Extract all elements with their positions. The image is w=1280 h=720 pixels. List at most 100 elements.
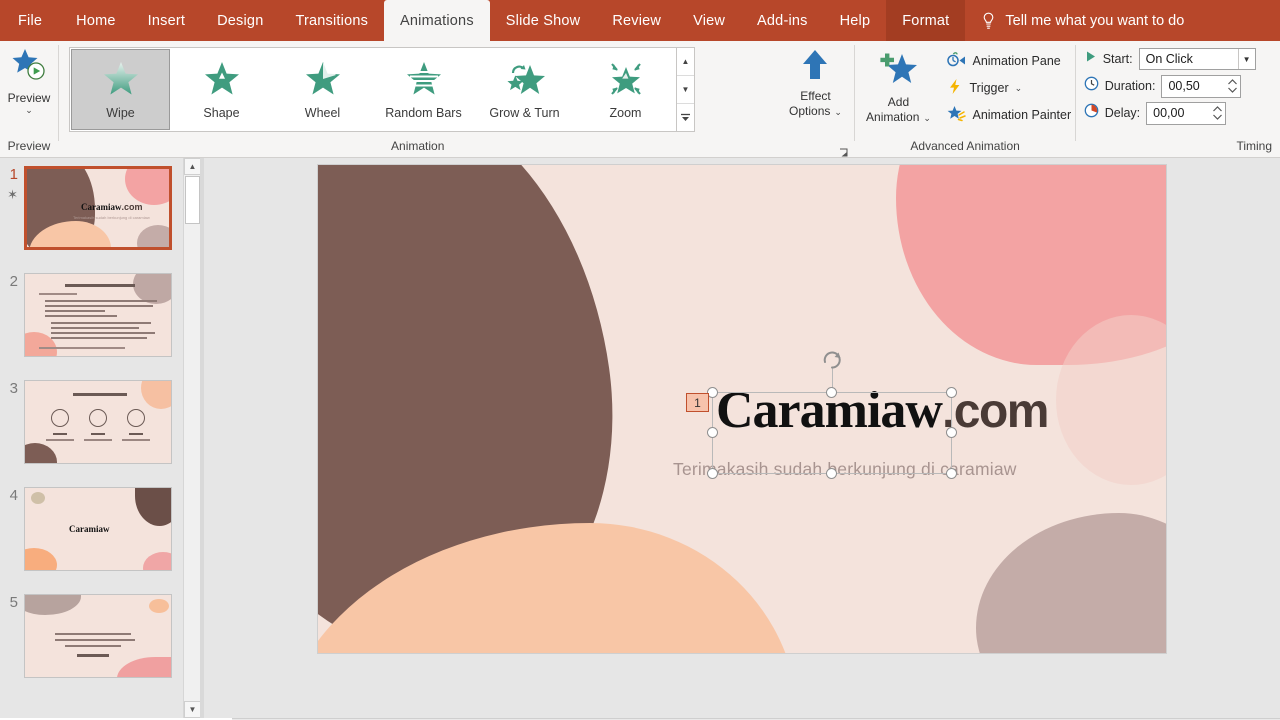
tab-review[interactable]: Review xyxy=(596,0,677,41)
thumbnail-scroll-up-button[interactable]: ▲ xyxy=(184,158,200,175)
list-item[interactable]: 1 ✶ Caramiaw.com Terimakasih sudah berku… xyxy=(0,158,200,265)
tab-animations-label: Animations xyxy=(400,12,474,29)
group-label-preview: Preview xyxy=(7,139,51,153)
effect-options-label-line2-row: Options ⌄ xyxy=(789,105,842,118)
gallery-scroll-up-button[interactable]: ▲ xyxy=(677,48,694,76)
tab-slide-show[interactable]: Slide Show xyxy=(490,0,597,41)
selection-frame[interactable] xyxy=(707,351,957,479)
gallery-item-grow-turn-label: Grow & Turn xyxy=(489,106,560,120)
animation-dialog-launcher[interactable] xyxy=(839,145,849,157)
group-label-advanced-animation: Advanced Animation xyxy=(910,139,1020,153)
gallery-item-wheel[interactable]: Wheel xyxy=(272,48,373,131)
list-item[interactable]: 4 Caramiaw xyxy=(0,479,200,586)
delay-row: Delay: 00,00 xyxy=(1084,101,1256,125)
tab-home[interactable]: Home xyxy=(60,0,131,41)
animation-indicator-icon: ✶ xyxy=(7,187,18,202)
animation-order-badge[interactable]: 1 xyxy=(686,393,709,412)
gallery-item-wipe[interactable]: Wipe xyxy=(71,49,170,130)
thumbnail-scrollbar-knob[interactable] xyxy=(185,176,200,224)
animation-painter-button[interactable]: Animation Painter xyxy=(947,103,1071,127)
effect-options-label-line1: Effect xyxy=(800,89,831,103)
tell-me-search[interactable]: Tell me what you want to do xyxy=(965,0,1198,41)
preview-button[interactable]: Preview ⌄ xyxy=(0,41,58,115)
animation-gallery[interactable]: Wipe Shape Wheel Random Bars Grow & Turn… xyxy=(69,47,695,132)
slide-thumbnail-3[interactable] xyxy=(24,380,172,464)
slide-canvas[interactable]: Caramiaw.com Terimakasih sudah berkunjun… xyxy=(317,164,1167,654)
add-animation-chevron-down-icon[interactable]: ⌄ xyxy=(923,113,931,123)
animation-pane-button[interactable]: Animation Pane xyxy=(947,49,1071,73)
animation-painter-label: Animation Painter xyxy=(972,108,1072,122)
add-animation-button[interactable]: Add Animation ⌄ xyxy=(855,45,941,127)
resize-handle-top-right[interactable] xyxy=(946,387,957,398)
slide-thumbnail-5[interactable] xyxy=(24,594,172,678)
gallery-item-zoom[interactable]: Zoom xyxy=(575,48,676,131)
gallery-item-grow-turn[interactable]: Grow & Turn xyxy=(474,48,575,131)
tab-add-ins[interactable]: Add-ins xyxy=(741,0,824,41)
preview-dropdown-chevron-icon[interactable]: ⌄ xyxy=(25,106,33,115)
thumbnail-scrollbar[interactable]: ▲ ▼ xyxy=(183,158,200,718)
group-label-timing: Timing xyxy=(1236,139,1272,153)
list-item[interactable]: 3 xyxy=(0,372,200,479)
gallery-item-shape[interactable]: Shape xyxy=(171,48,272,131)
tab-file[interactable]: File xyxy=(0,0,60,41)
resize-handle-middle-left[interactable] xyxy=(707,427,718,438)
trigger-lightning-icon xyxy=(947,78,963,98)
rotate-handle-icon[interactable] xyxy=(821,349,843,371)
tab-view-label: View xyxy=(693,12,726,29)
tab-view[interactable]: View xyxy=(677,0,741,41)
delay-value: 00,00 xyxy=(1153,106,1185,120)
wipe-star-icon xyxy=(101,59,141,104)
slide-thumbnail-2[interactable] xyxy=(24,273,172,357)
resize-handle-bottom-left[interactable] xyxy=(707,468,718,479)
thumbnail-number-5: 5 xyxy=(0,594,24,611)
ribbon: Preview ⌄ Preview Wipe Shape Wheel Rando… xyxy=(0,41,1280,158)
gallery-scrollbar[interactable]: ▲ ▼ xyxy=(676,48,694,131)
resize-handle-bottom-right[interactable] xyxy=(946,468,957,479)
resize-handle-middle-right[interactable] xyxy=(946,427,957,438)
tab-format[interactable]: Format xyxy=(886,0,966,41)
gallery-scroll-down-button[interactable]: ▼ xyxy=(677,76,694,104)
slide-canvas-area[interactable]: Caramiaw.com Terimakasih sudah berkunjun… xyxy=(204,158,1280,718)
tab-animations[interactable]: Animations xyxy=(384,0,490,41)
up-arrow-icon xyxy=(798,47,832,88)
tab-help[interactable]: Help xyxy=(824,0,887,41)
thumbnail-number-2-text: 2 xyxy=(9,273,18,290)
random-bars-star-icon xyxy=(404,59,444,104)
thumbnail-scroll-down-button[interactable]: ▼ xyxy=(184,701,200,718)
slide-thumbnail-pane[interactable]: 1 ✶ Caramiaw.com Terimakasih sudah berku… xyxy=(0,158,200,718)
start-row: Start: On Click ▼ xyxy=(1084,48,1256,70)
tab-insert[interactable]: Insert xyxy=(132,0,201,41)
thumbnail-number-4: 4 xyxy=(0,487,24,504)
tab-slide-show-label: Slide Show xyxy=(505,12,581,29)
slide-thumbnail-4[interactable]: Caramiaw xyxy=(24,487,172,571)
thumbnail-number-5-text: 5 xyxy=(9,594,18,611)
animation-pane-icon xyxy=(947,51,966,71)
trigger-button[interactable]: Trigger ⌄ xyxy=(947,76,1071,100)
trigger-chevron-down-icon[interactable]: ⌄ xyxy=(1015,84,1023,93)
effect-options-chevron-down-icon[interactable]: ⌄ xyxy=(834,107,842,117)
list-item[interactable]: 5 xyxy=(0,586,200,693)
tab-file-label: File xyxy=(18,12,43,29)
group-label-animation: Animation xyxy=(391,139,445,153)
resize-handle-top-center[interactable] xyxy=(826,387,837,398)
duration-stepper-arrows[interactable] xyxy=(1224,76,1240,97)
delay-stepper-arrows[interactable] xyxy=(1209,103,1225,124)
gallery-more-button[interactable] xyxy=(677,104,694,131)
slide-thumbnail-1[interactable]: Caramiaw.com Terimakasih sudah berkunjun… xyxy=(24,166,172,250)
gallery-item-random-bars[interactable]: Random Bars xyxy=(373,48,474,131)
gallery-item-wipe-label: Wipe xyxy=(106,106,135,120)
lightbulb-icon xyxy=(981,12,996,30)
tab-transitions-label: Transitions xyxy=(295,12,369,29)
add-animation-star-icon xyxy=(876,51,920,94)
effect-options-button[interactable]: Effect Options ⌄ xyxy=(776,41,854,118)
gallery-item-shape-label: Shape xyxy=(203,106,240,120)
list-item[interactable]: 2 xyxy=(0,265,200,372)
start-combobox[interactable]: On Click ▼ xyxy=(1138,48,1256,70)
duration-spinner[interactable]: 00,50 xyxy=(1161,74,1242,98)
start-dropdown-chevron-icon[interactable]: ▼ xyxy=(1237,49,1255,69)
resize-handle-bottom-center[interactable] xyxy=(826,468,837,479)
tab-design[interactable]: Design xyxy=(201,0,279,41)
delay-spinner[interactable]: 00,00 xyxy=(1146,101,1227,125)
add-animation-label-line2-row: Animation ⌄ xyxy=(866,111,931,124)
tab-transitions[interactable]: Transitions xyxy=(279,0,384,41)
